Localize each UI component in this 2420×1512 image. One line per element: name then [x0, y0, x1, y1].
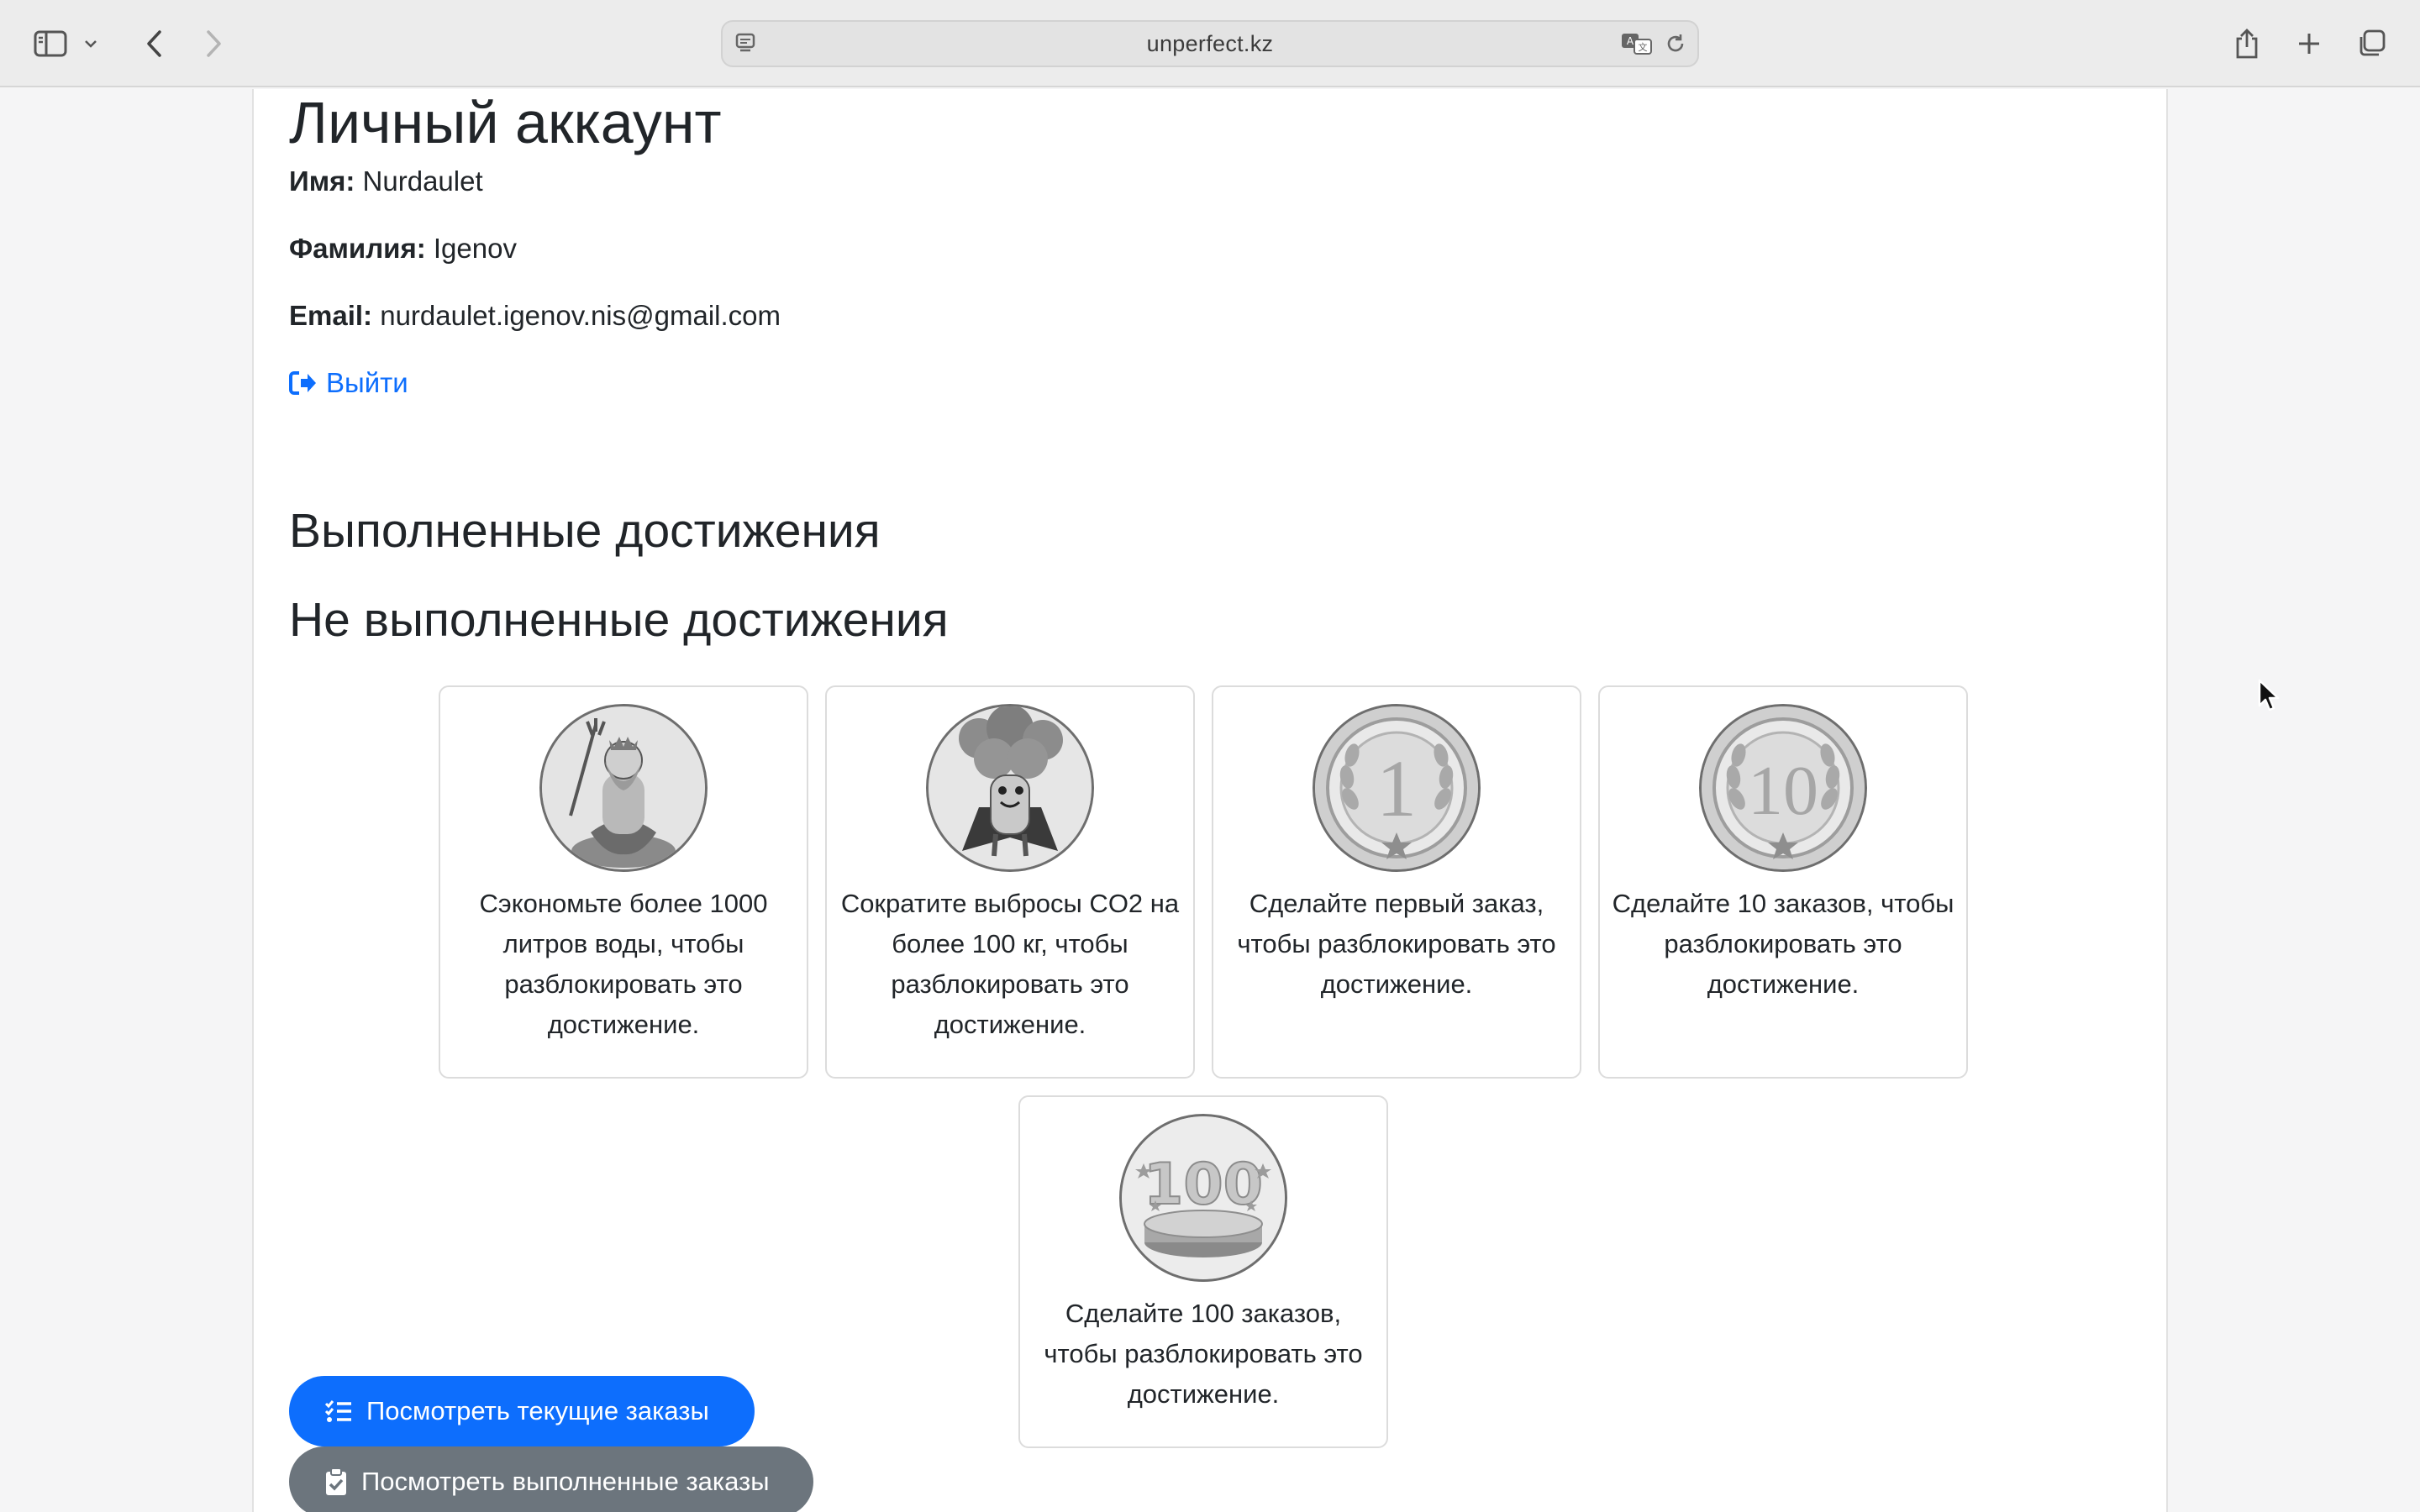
- achievement-text: Сократите выбросы CO2 на более 100 кг, ч…: [840, 889, 1180, 1039]
- completed-achievements-title: Выполненные достижения: [289, 504, 881, 558]
- first-name-value: Nurdaulet: [362, 165, 483, 197]
- last-name-value: Igenov: [433, 233, 517, 264]
- view-completed-orders-button[interactable]: Посмотреть выполненные заказы: [289, 1446, 813, 1512]
- plus-icon: [2299, 34, 2319, 54]
- trophy-100-badge-icon: 100: [1119, 1114, 1287, 1282]
- email-value: nurdaulet.igenov.nis@gmail.com: [380, 300, 781, 331]
- reload-icon[interactable]: [1664, 32, 1687, 60]
- page-viewport: Личный аккаунт Имя: Nurdaulet Фамилия: I…: [0, 89, 2420, 1512]
- achievement-text: Сделайте 100 заказов, чтобы разблокирова…: [1044, 1299, 1363, 1409]
- svg-text:10: 10: [1748, 752, 1818, 830]
- logout-label: Выйти: [326, 367, 408, 398]
- achievement-text: Сделайте 10 заказов, чтобы разблокироват…: [1612, 889, 1954, 999]
- svg-text:文: 文: [1639, 41, 1648, 53]
- chevron-down-icon[interactable]: [76, 20, 106, 67]
- logout-link[interactable]: Выйти: [289, 366, 408, 400]
- last-name-label: Фамилия:: [289, 233, 426, 264]
- chevron-right-icon: [207, 30, 221, 57]
- view-completed-orders-label: Посмотреть выполненные заказы: [361, 1467, 770, 1496]
- tabs-overview-icon[interactable]: [2348, 20, 2395, 67]
- sidebar-icon[interactable]: [27, 20, 74, 67]
- achievement-text: Сделайте первый заказ, чтобы разблокиров…: [1237, 889, 1556, 999]
- view-current-orders-button[interactable]: Посмотреть текущие заказы: [289, 1376, 755, 1446]
- poseidon-badge-icon: [539, 704, 708, 872]
- svg-text:100: 100: [1144, 1152, 1263, 1218]
- list-check-icon: [324, 1400, 351, 1422]
- last-name-row: Фамилия: Igenov: [289, 232, 517, 265]
- broccoli-hero-badge-icon: [926, 704, 1094, 872]
- achievement-card: 1 Сделайте первый заказ, чтобы разблокир…: [1212, 685, 1581, 1079]
- svg-text:A: A: [1627, 35, 1634, 47]
- achievement-card: Сократите выбросы CO2 на более 100 кг, ч…: [825, 685, 1195, 1079]
- first-name-label: Имя:: [289, 165, 355, 197]
- browser-toolbar: unperfect.kz A文: [0, 0, 2420, 87]
- mouse-cursor-icon: [2257, 679, 2281, 717]
- chevron-left-icon: [147, 30, 161, 57]
- view-current-orders-label: Посмотреть текущие заказы: [366, 1396, 709, 1425]
- pending-achievements-title: Не выполненные достижения: [289, 593, 949, 647]
- sign-out-icon: [289, 371, 316, 395]
- address-bar[interactable]: unperfect.kz A文: [721, 20, 1699, 67]
- achievement-text: Сэкономьте более 1000 литров воды, чтобы…: [479, 889, 768, 1039]
- share-icon[interactable]: [2223, 20, 2270, 67]
- achievement-card: 10 Сделайте 10 заказов, чтобы разблокиро…: [1598, 685, 1968, 1079]
- coin-10-badge-icon: 10: [1699, 704, 1867, 872]
- achievement-card: 100 Сделайте 100 заказов, чтобы разблоки…: [1018, 1095, 1388, 1448]
- email-label: Email:: [289, 300, 373, 331]
- page-title: Личный аккаунт: [289, 90, 722, 155]
- translate-icon[interactable]: A文: [1620, 31, 1654, 60]
- achievement-card: Сэкономьте более 1000 литров воды, чтобы…: [439, 685, 808, 1079]
- new-tab-button[interactable]: [2286, 20, 2333, 67]
- email-row: Email: nurdaulet.igenov.nis@gmail.com: [289, 299, 781, 333]
- page-container: Личный аккаунт Имя: Nurdaulet Фамилия: I…: [252, 89, 2168, 1512]
- coin-1-badge-icon: 1: [1313, 704, 1481, 872]
- first-name-row: Имя: Nurdaulet: [289, 165, 483, 198]
- clipboard-check-icon: [326, 1467, 346, 1495]
- url-text[interactable]: unperfect.kz: [723, 22, 1697, 66]
- back-button[interactable]: [131, 20, 178, 67]
- svg-text:1: 1: [1376, 743, 1417, 833]
- forward-button[interactable]: [190, 20, 237, 67]
